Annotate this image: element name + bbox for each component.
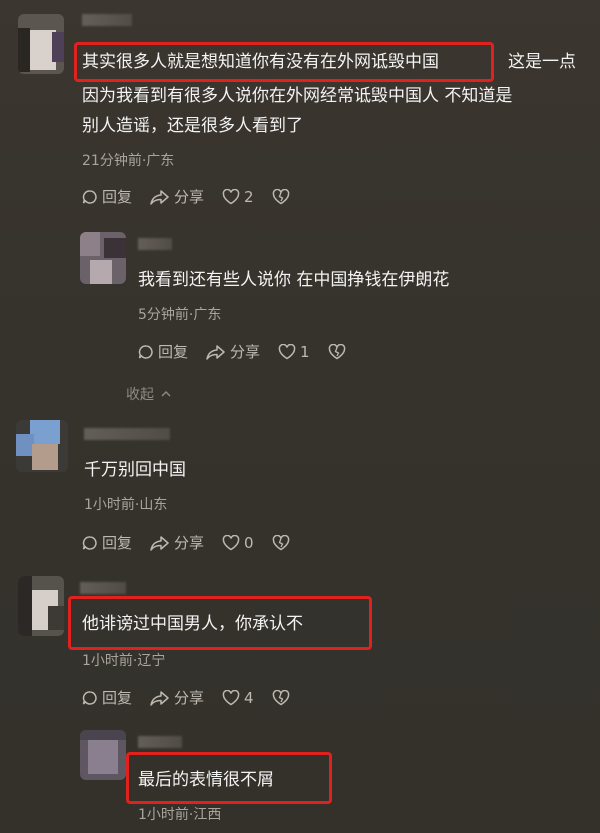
like-button[interactable]: 2 [222,188,254,206]
share-button[interactable]: 分享 [150,687,204,708]
reply-button[interactable]: 回复 [82,687,132,708]
comment-actions: 回复 分享 0 [82,532,312,553]
comment-actions: 回复 分享 2 [82,186,312,207]
share-label: 分享 [174,534,205,552]
like-count: 2 [244,187,254,206]
chevron-up-icon [161,391,171,397]
collapse-replies-button[interactable]: 收起 [126,384,172,404]
highlight-box [74,42,494,82]
reply-icon [138,344,153,359]
reply-button[interactable]: 回复 [82,186,132,207]
broken-heart-icon [328,343,345,359]
comment-meta: 1小时前·辽宁 [82,653,166,669]
comment-meta: 1小时前·江西 [138,807,222,823]
share-icon [150,535,169,551]
like-count: 4 [244,688,254,707]
heart-icon [222,188,240,204]
comment-actions: 回复 分享 1 [138,341,368,362]
reply-button[interactable]: 回复 [82,532,132,553]
reply-label: 回复 [102,689,133,707]
share-icon [150,690,169,706]
like-count: 1 [300,342,310,361]
like-count: 0 [244,533,254,552]
heart-icon [222,689,240,705]
username[interactable] [80,582,126,594]
username[interactable] [138,238,172,250]
username[interactable] [138,736,182,748]
share-icon [150,189,169,205]
reply-label: 回复 [158,343,189,361]
avatar[interactable] [18,576,64,636]
avatar[interactable] [80,232,126,284]
broken-heart-icon [272,188,289,204]
share-button[interactable]: 分享 [150,532,204,553]
avatar[interactable] [80,730,126,780]
like-button[interactable]: 0 [222,534,254,552]
share-label: 分享 [174,689,205,707]
like-button[interactable]: 1 [278,343,310,361]
heart-icon [222,534,240,550]
reply-label: 回复 [102,534,133,552]
broken-heart-icon [272,689,289,705]
comment-text: 因为我看到有很多人说你在外网经常诋毁中国人 不知道是 [82,86,513,106]
dislike-button[interactable] [272,689,294,706]
collapse-label: 收起 [126,387,154,403]
highlight-box [126,752,332,804]
like-button[interactable]: 4 [222,689,254,707]
share-label: 分享 [174,188,205,206]
share-button[interactable]: 分享 [150,186,204,207]
dislike-button[interactable] [272,188,294,205]
avatar[interactable] [16,420,68,472]
share-label: 分享 [230,343,261,361]
dislike-button[interactable] [272,534,294,551]
comment-text: 我看到还有些人说你 在中国挣钱在伊朗花 [138,270,450,290]
reply-icon [82,690,97,705]
comment-text: 千万别回中国 [84,460,186,480]
reply-icon [82,189,97,204]
highlight-box [68,596,372,650]
heart-icon [278,343,296,359]
avatar[interactable] [18,14,64,74]
comment-actions: 回复 分享 4 [82,687,312,708]
reply-label: 回复 [102,188,133,206]
share-icon [206,344,225,360]
reply-icon [82,535,97,550]
comment-text: 这是一点 [508,52,576,72]
comment-text: 别人造谣，还是很多人看到了 [82,116,303,136]
comment-meta: 21分钟前·广东 [82,153,175,169]
comment-meta: 5分钟前·广东 [138,307,222,323]
dislike-button[interactable] [328,343,350,360]
username[interactable] [84,428,170,440]
username[interactable] [82,14,132,26]
comment-meta: 1小时前·山东 [84,497,168,513]
reply-button[interactable]: 回复 [138,341,188,362]
broken-heart-icon [272,534,289,550]
share-button[interactable]: 分享 [206,341,260,362]
